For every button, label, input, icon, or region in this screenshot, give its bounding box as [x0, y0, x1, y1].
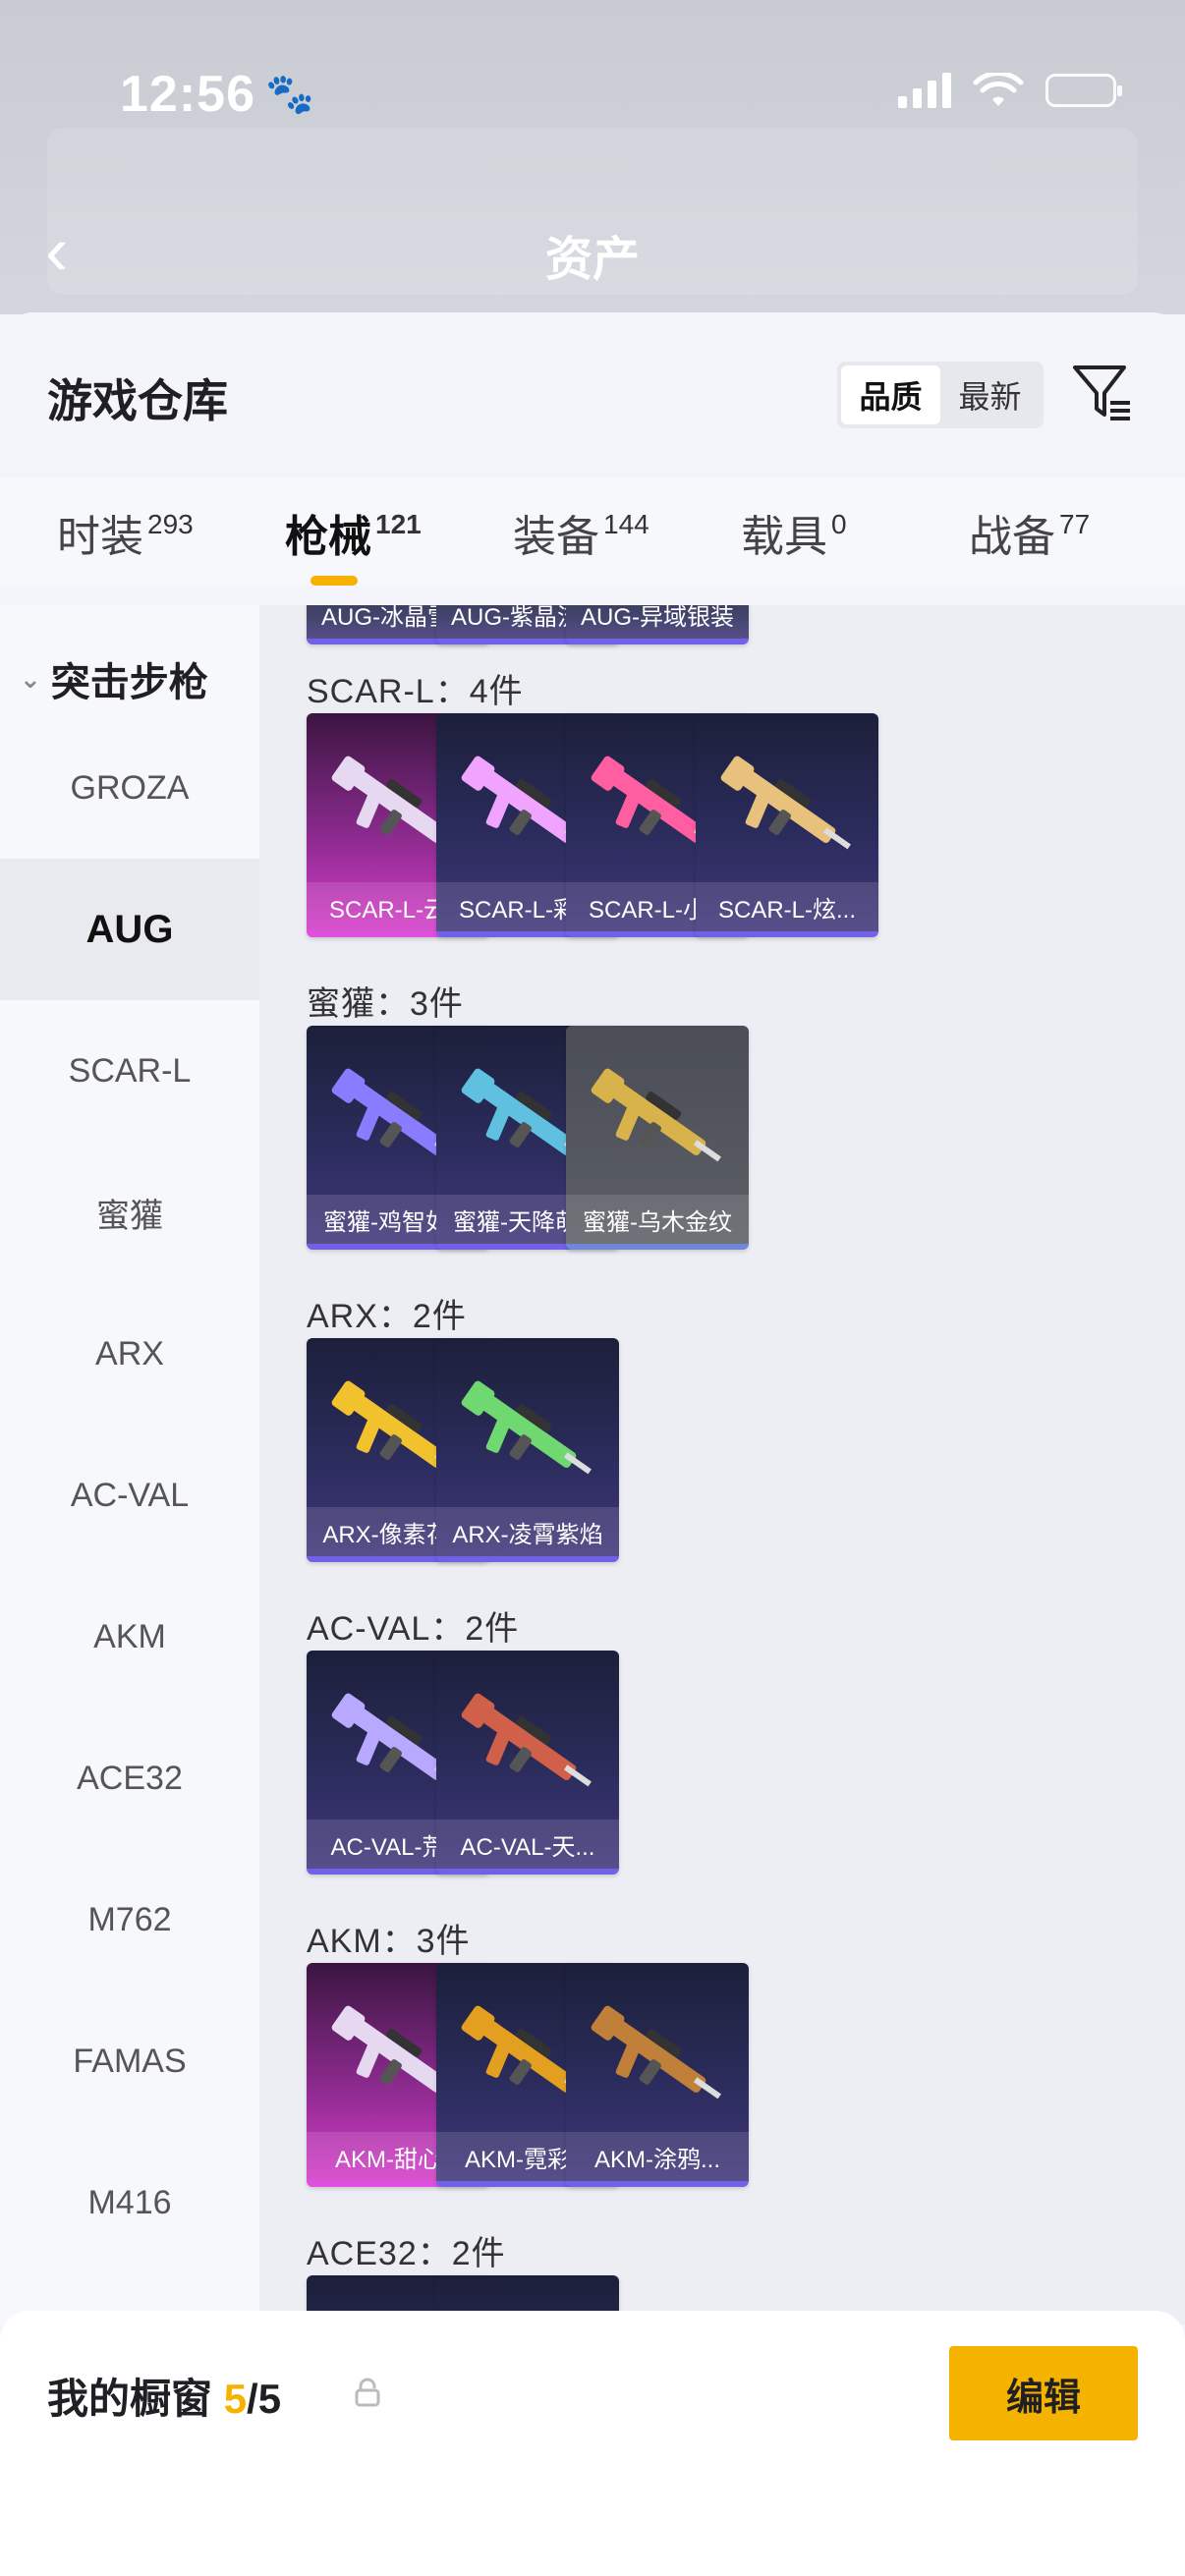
gun-skin-image [591, 2005, 721, 2100]
skin-card[interactable]: ARX-凌霄紫焰 [436, 1338, 619, 1562]
tab-fashion[interactable]: 时装 293 [57, 501, 194, 564]
filter-icon[interactable] [1071, 362, 1134, 424]
tab-vehicles[interactable]: 载具 0 [741, 501, 847, 564]
tab-count: 293 [147, 509, 194, 539]
showcase-title: 我的橱窗 [47, 2376, 213, 2422]
sort-toggle: 品质 最新 [837, 362, 1044, 428]
sidebar-item[interactable]: GROZA [0, 717, 259, 859]
tab-label: 载具 [741, 513, 827, 561]
section-label: SCAR-L：4件 [307, 673, 524, 710]
lock-icon [355, 2378, 380, 2407]
section-label: ARX：2件 [307, 1298, 467, 1335]
skin-card[interactable]: AUG-异域银装 [566, 605, 749, 644]
gun-skin-image [720, 756, 851, 850]
showcase-total: /5 [247, 2376, 282, 2422]
back-arrow-icon[interactable]: ‹ [45, 211, 68, 290]
skin-name: AC-VAL-天... [436, 1820, 619, 1869]
sort-newest-button[interactable]: 最新 [940, 365, 1040, 424]
showcase-bar: 我的橱窗 5/5 编辑 [0, 2311, 1185, 2576]
tab-tactical[interactable]: 战备 77 [969, 501, 1090, 564]
sidebar-item[interactable]: FAMAS [0, 1990, 259, 2132]
sidebar-item[interactable]: AKM [0, 1566, 259, 1708]
sheet-title: 游戏仓库 [47, 375, 228, 426]
tab-equipment[interactable]: 装备 144 [513, 501, 649, 564]
status-time: 12:56 [120, 66, 255, 123]
skin-card[interactable]: SCAR-L-炫... [696, 713, 878, 937]
sidebar-item[interactable]: AC-VAL [0, 1425, 259, 1566]
sidebar-group-header[interactable]: ⌄ 突击步枪 [20, 650, 208, 707]
status-icons [898, 73, 1122, 108]
gun-skin-image [461, 1380, 592, 1475]
signal-icon [898, 73, 951, 108]
sidebar-group-label: 突击步枪 [50, 661, 208, 704]
showcase-count: 5 [223, 2376, 248, 2422]
skin-card[interactable]: 蜜獾-乌木金纹 [566, 1026, 749, 1250]
skin-card[interactable]: AC-VAL-天... [436, 1651, 619, 1875]
skin-name: 蜜獾-乌木金纹 [566, 1195, 749, 1244]
sidebar-item[interactable]: M762 [0, 1849, 259, 1990]
section-label: ACE32：2件 [307, 2235, 506, 2272]
warehouse-sheet: 游戏仓库 品质 最新 时装 293 枪械 121 装备 144 载具 0 战备 77 ⌄ … [0, 312, 1185, 2576]
skin-name: ARX-凌霄紫焰 [436, 1507, 619, 1556]
tab-count: 144 [603, 509, 649, 539]
page-title: 资产 [545, 234, 641, 286]
active-tab-indicator [310, 576, 358, 586]
category-tabs: 时装 293 枪械 121 装备 144 载具 0 战备 77 [0, 477, 1185, 586]
section-label: AKM：3件 [307, 1923, 471, 1960]
skin-name: AKM-涂鸦... [566, 2132, 749, 2181]
blurred-header: 12:56 🐾 ‹ 资产 [0, 0, 1185, 314]
sidebar-item[interactable]: SCAR-L [0, 1000, 259, 1142]
chevron-down-icon: ⌄ [20, 663, 41, 694]
tab-guns[interactable]: 枪械 121 [285, 501, 422, 564]
wifi-icon [973, 73, 1024, 106]
tab-count: 77 [1059, 509, 1091, 539]
skin-name: AUG-异域银装 [566, 605, 749, 639]
sidebar-item[interactable]: ACE32 [0, 1708, 259, 1849]
skin-card[interactable]: AKM-涂鸦... [566, 1963, 749, 2187]
paw-icon: 🐾 [265, 73, 314, 116]
section-label: AC-VAL：2件 [307, 1610, 520, 1648]
weapon-type-sidebar: ⌄ 突击步枪 GROZA AUG SCAR-L 蜜獾 ARX AC-VAL AKM ACE32… [0, 605, 259, 2324]
tab-count: 0 [831, 509, 847, 539]
sidebar-item[interactable]: M416 [0, 2132, 259, 2273]
gun-skin-image [461, 1693, 592, 1787]
tab-label: 战备 [969, 513, 1055, 561]
tab-count: 121 [375, 509, 422, 539]
sidebar-item[interactable]: ARX [0, 1283, 259, 1425]
skin-name: SCAR-L-炫... [696, 882, 878, 931]
showcase-label: 我的橱窗 5/5 [47, 2366, 281, 2426]
sidebar-item[interactable]: AUG [0, 859, 259, 1000]
section-label: 蜜獾：3件 [307, 985, 464, 1023]
sort-quality-button[interactable]: 品质 [841, 365, 940, 424]
gun-skin-image [591, 1068, 721, 1162]
battery-icon [1045, 74, 1122, 107]
sidebar-item[interactable]: 蜜獾 [0, 1142, 259, 1283]
tab-label: 装备 [513, 513, 599, 561]
tab-label: 枪械 [285, 513, 371, 561]
skin-grid: AUG-冰晶雪宝AUG-紫晶流影AUG-异域银装SCAR-L：4件5级SCAR-… [259, 605, 1185, 2324]
edit-button[interactable]: 编辑 [949, 2346, 1138, 2440]
tab-label: 时装 [57, 513, 143, 561]
